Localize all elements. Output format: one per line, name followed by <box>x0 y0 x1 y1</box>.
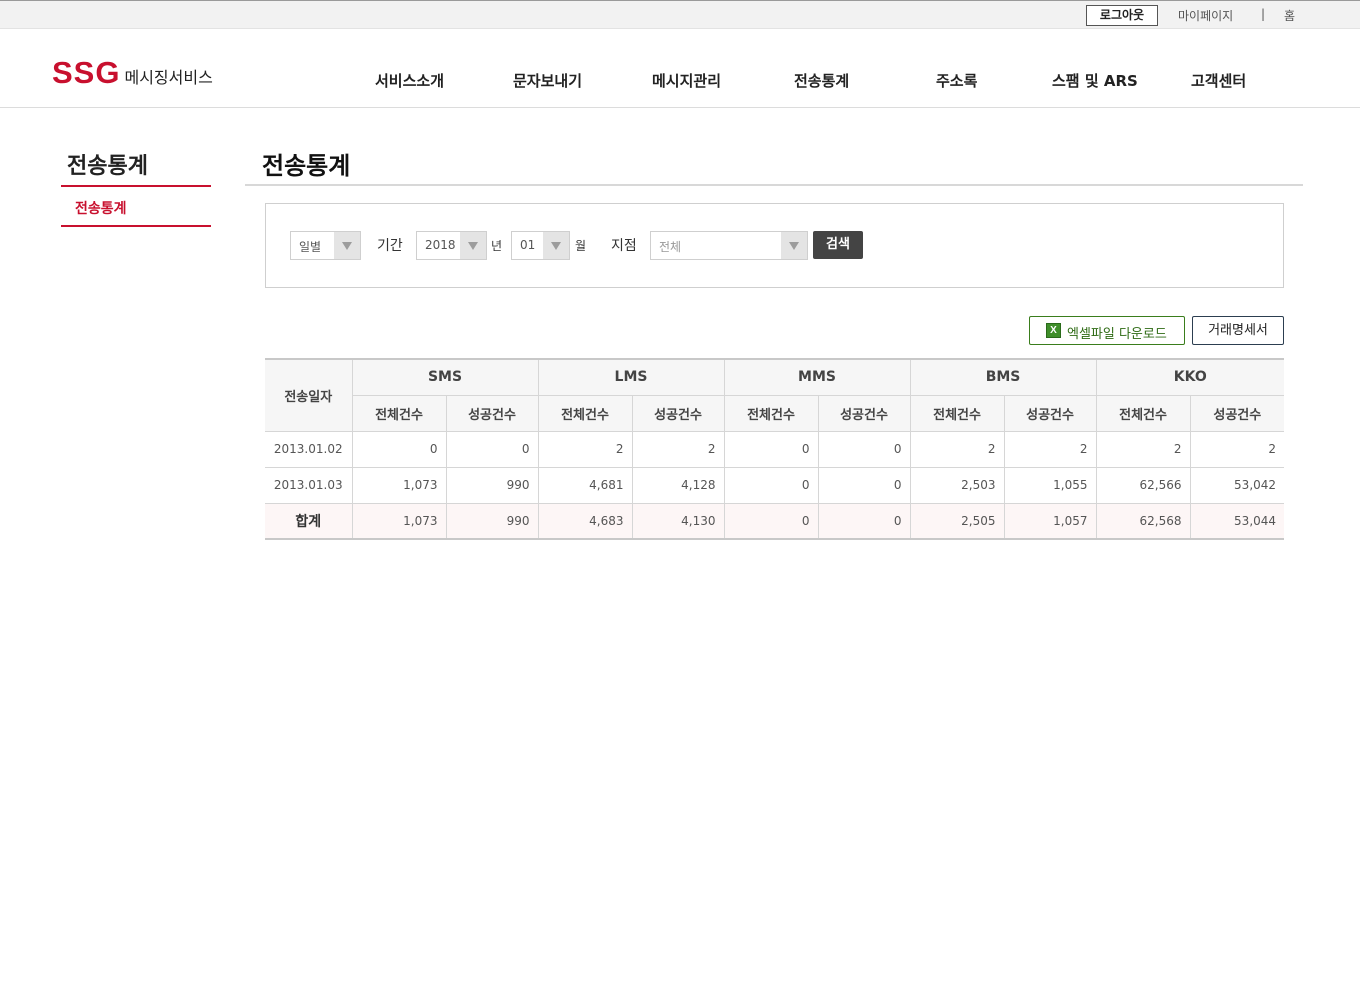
table-cell: 4,130 <box>631 502 725 540</box>
sidebar-item-statistics[interactable]: 전송통계 <box>75 198 127 218</box>
column-header-total: 전체건수 <box>909 394 1005 432</box>
branch-label: 지점 <box>611 238 637 254</box>
month-value: 01 <box>520 238 536 252</box>
group-header-sms: SMS <box>351 359 539 396</box>
total-row: 합계 1,073 990 4,683 4,130 0 0 2,505 1,057… <box>265 502 1285 540</box>
table-cell: 53,044 <box>1189 502 1285 540</box>
logo[interactable]: SSG 메시징서비스 <box>52 55 213 91</box>
nav-item-message-management[interactable]: 메시지관리 <box>652 70 721 91</box>
column-header-total: 전체건수 <box>723 394 819 432</box>
table-cell: 4,128 <box>631 466 725 504</box>
table-cell: 4,681 <box>537 466 633 504</box>
statistics-table: 전송일자 SMS LMS MMS BMS KKO 전체건수 성공건수 전체건수 … <box>265 358 1285 540</box>
column-header-success: 성공건수 <box>1003 394 1097 432</box>
table-cell: 2 <box>537 430 633 468</box>
nav-item-spam-ars[interactable]: 스팸 및 ARS <box>1052 70 1138 91</box>
table-cell: 53,042 <box>1189 466 1285 504</box>
excel-download-button[interactable]: X 엑셀파일 다운로드 <box>1029 316 1185 345</box>
group-header-lms: LMS <box>537 359 725 396</box>
excel-download-label: 엑셀파일 다운로드 <box>1067 327 1167 342</box>
table-cell: 0 <box>817 466 911 504</box>
nav-item-send-message[interactable]: 문자보내기 <box>513 70 582 91</box>
excel-icon: X <box>1046 323 1061 338</box>
column-header-total: 전체건수 <box>352 394 447 432</box>
table-cell: 2 <box>1189 430 1285 468</box>
nav-item-statistics[interactable]: 전송통계 <box>794 70 849 91</box>
search-button[interactable]: 검색 <box>813 231 863 259</box>
column-header-total: 전체건수 <box>1095 394 1191 432</box>
date-header: 전송일자 <box>265 359 353 432</box>
sidebar-divider <box>61 225 211 227</box>
row-date: 2013.01.03 <box>265 466 353 504</box>
year-select[interactable]: 2018 <box>416 231 487 260</box>
branch-select[interactable]: 전체 <box>650 231 808 260</box>
table-cell: 2 <box>631 430 725 468</box>
title-divider <box>245 184 1303 186</box>
table-cell: 62,566 <box>1095 466 1191 504</box>
mypage-link[interactable]: 마이페이지 <box>1178 7 1233 24</box>
table-cell: 0 <box>351 430 447 468</box>
column-header-success: 성공건수 <box>445 394 539 432</box>
column-header-success: 성공건수 <box>631 394 725 432</box>
invoice-button[interactable]: 거래명세서 <box>1192 316 1284 345</box>
table-cell: 0 <box>445 430 539 468</box>
table-row: 2013.01.03 1,073 990 4,681 4,128 0 0 2,5… <box>265 466 1285 504</box>
nav-item-service-intro[interactable]: 서비스소개 <box>375 70 444 91</box>
table-cell: 1,073 <box>351 466 447 504</box>
chevron-down-icon <box>460 232 486 259</box>
column-header-success: 성공건수 <box>817 394 911 432</box>
top-utility-bar: 로그아웃 마이페이지 | 홈 <box>0 0 1360 29</box>
row-date: 2013.01.02 <box>265 430 353 468</box>
group-header-mms: MMS <box>723 359 911 396</box>
table-cell: 1,057 <box>1003 502 1097 540</box>
sidebar-title: 전송통계 <box>67 154 148 179</box>
group-header-kko: KKO <box>1095 359 1285 396</box>
table-cell: 2 <box>1095 430 1191 468</box>
branch-value: 전체 <box>659 240 682 254</box>
group-header-bms: BMS <box>909 359 1097 396</box>
table-cell: 1,055 <box>1003 466 1097 504</box>
period-type-value: 일별 <box>299 240 322 254</box>
logo-service-name: 메시징서비스 <box>124 68 213 87</box>
table-cell: 4,683 <box>537 502 633 540</box>
chevron-down-icon <box>781 232 807 259</box>
topbar-separator: | <box>1261 7 1266 21</box>
column-header-total: 전체건수 <box>537 394 633 432</box>
table-cell: 1,073 <box>351 502 447 540</box>
table-cell: 62,568 <box>1095 502 1191 540</box>
chevron-down-icon <box>334 232 360 259</box>
table-cell: 2 <box>909 430 1005 468</box>
nav-item-address-book[interactable]: 주소록 <box>936 70 977 91</box>
home-link[interactable]: 홈 <box>1284 7 1295 24</box>
year-value: 2018 <box>425 238 456 252</box>
table-cell: 990 <box>445 502 539 540</box>
month-unit: 월 <box>575 239 587 253</box>
logout-button[interactable]: 로그아웃 <box>1086 5 1158 26</box>
logo-brand: SSG <box>52 55 121 90</box>
table-cell: 2 <box>1003 430 1097 468</box>
year-unit: 년 <box>491 239 503 253</box>
table-cell: 0 <box>723 466 819 504</box>
sidebar-divider <box>61 185 211 187</box>
table-cell: 2,505 <box>909 502 1005 540</box>
month-select[interactable]: 01 <box>511 231 570 260</box>
period-type-select[interactable]: 일별 <box>290 231 361 260</box>
table-cell: 990 <box>445 466 539 504</box>
table-cell: 0 <box>723 430 819 468</box>
chevron-down-icon <box>543 232 569 259</box>
nav-item-customer-center[interactable]: 고객센터 <box>1191 70 1246 91</box>
table-cell: 2,503 <box>909 466 1005 504</box>
period-label: 기간 <box>377 238 403 254</box>
site-header: SSG 메시징서비스 서비스소개 문자보내기 메시지관리 전송통계 주소록 스팸… <box>0 29 1360 108</box>
table-row: 2013.01.02 0 0 2 2 0 0 2 2 2 2 <box>265 430 1285 468</box>
table-cell: 0 <box>817 430 911 468</box>
table-cell: 0 <box>817 502 911 540</box>
column-header-success: 성공건수 <box>1189 394 1285 432</box>
table-cell: 0 <box>723 502 819 540</box>
total-label: 합계 <box>265 502 353 540</box>
page-title: 전송통계 <box>262 152 351 180</box>
